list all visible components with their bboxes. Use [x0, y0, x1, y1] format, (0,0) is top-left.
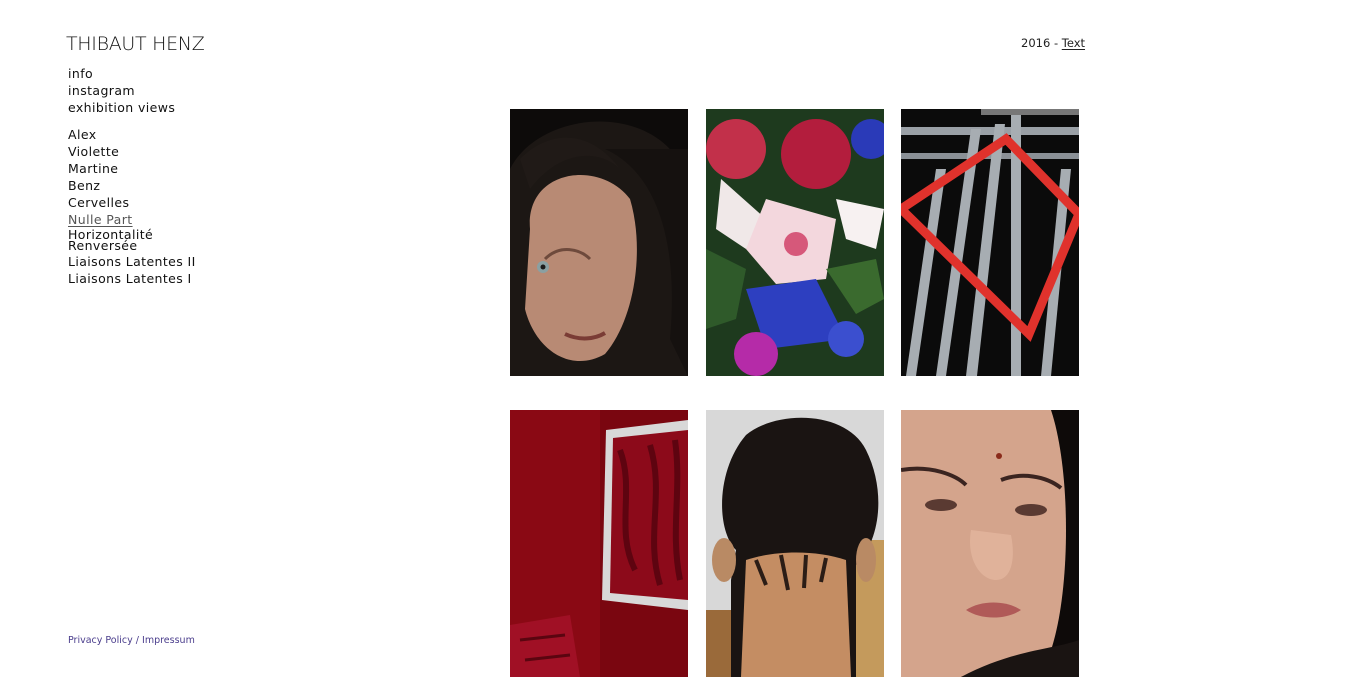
nav-item-cervelles[interactable]: Cervelles: [68, 194, 196, 211]
gallery-image-flowers[interactable]: [706, 109, 884, 376]
flowers-image: [706, 109, 884, 376]
gallery-image-back-of-head[interactable]: [706, 410, 884, 677]
gallery-image-red-room[interactable]: [510, 410, 688, 677]
red-frame-image: [901, 109, 1079, 376]
nav-item-liaisons-latentes-ii[interactable]: Liaisons Latentes II: [68, 253, 196, 270]
nav-item-label-line2: Renversée: [68, 237, 138, 253]
nav-item-exhibition-views[interactable]: exhibition views: [68, 99, 196, 116]
nav-item-horizontalite-renversee[interactable]: Horizontalité Renversée: [68, 228, 196, 253]
nav-item-violette[interactable]: Violette: [68, 143, 196, 160]
back-of-head-image: [706, 410, 884, 677]
nav-item-alex[interactable]: Alex: [68, 126, 196, 143]
nav-item-liaisons-latentes-i[interactable]: Liaisons Latentes I: [68, 270, 196, 287]
privacy-policy-link[interactable]: Privacy Policy: [68, 635, 133, 646]
project-text-link[interactable]: Text: [1062, 36, 1085, 50]
gallery-image-portrait-man[interactable]: [510, 109, 688, 376]
nav-item-info[interactable]: info: [68, 65, 196, 82]
main-nav: info instagram exhibition views Alex Vio…: [68, 65, 196, 287]
impressum-link[interactable]: Impressum: [142, 635, 195, 646]
gallery-image-red-frame[interactable]: [901, 109, 1079, 376]
red-room-image: [510, 410, 688, 677]
project-meta: 2016 - Text: [1021, 36, 1085, 50]
footer-separator: /: [135, 635, 139, 646]
meta-separator: -: [1053, 36, 1059, 50]
woman-face-image: [901, 410, 1079, 677]
nav-item-instagram[interactable]: instagram: [68, 82, 196, 99]
gallery-image-woman-face[interactable]: [901, 410, 1079, 677]
project-year: 2016: [1021, 36, 1051, 50]
site-title[interactable]: THIBAUT HENZ: [66, 33, 205, 55]
nav-item-nulle-part[interactable]: Nulle Part: [68, 211, 196, 228]
portrait-man-image: [510, 109, 688, 376]
nav-item-martine[interactable]: Martine: [68, 160, 196, 177]
nav-item-benz[interactable]: Benz: [68, 177, 196, 194]
footer-links: Privacy Policy / Impressum: [68, 635, 195, 646]
